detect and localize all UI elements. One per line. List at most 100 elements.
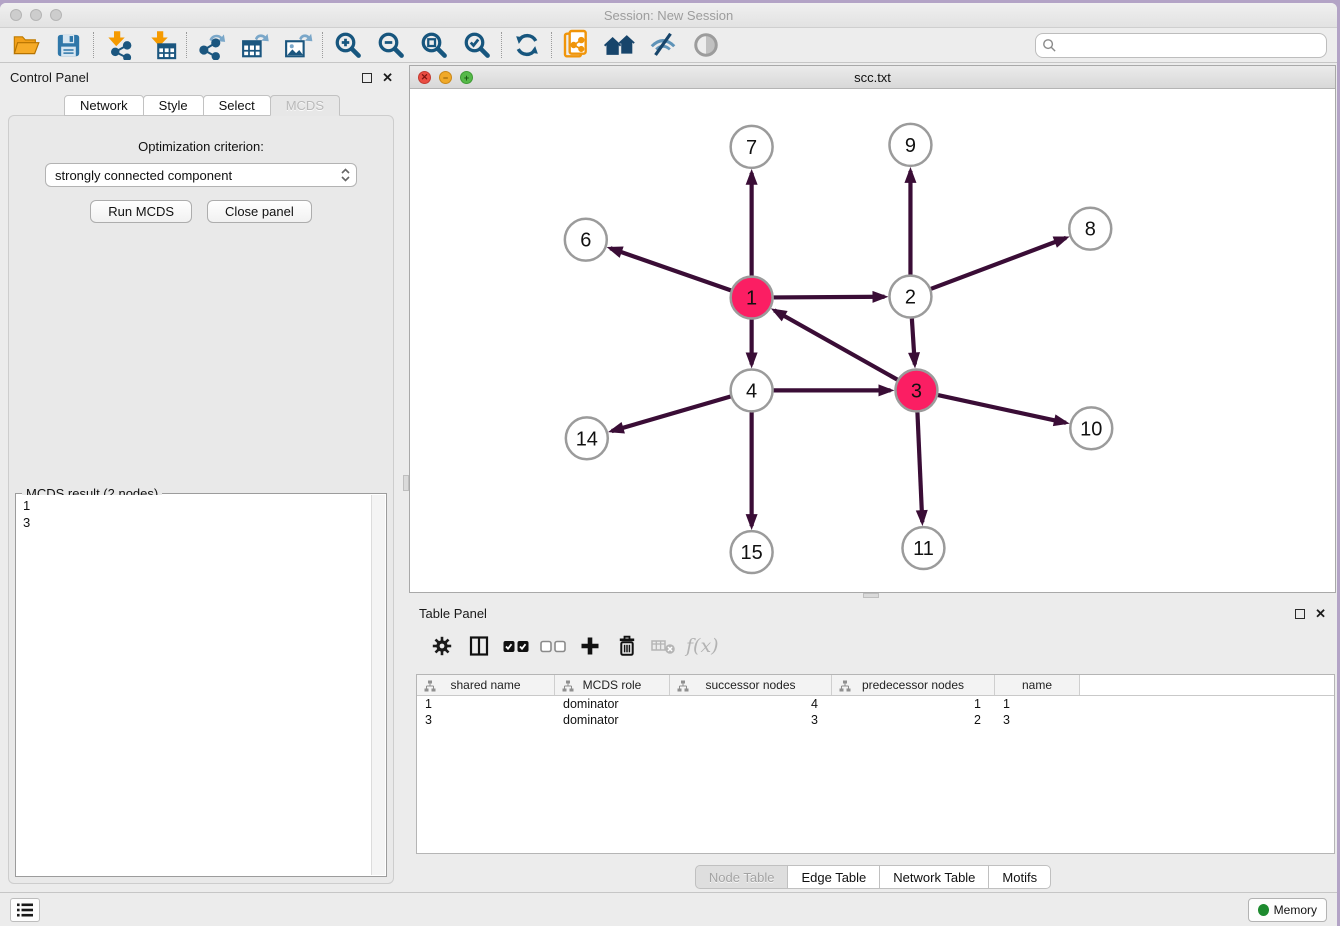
result-scrollbar[interactable] <box>371 495 385 875</box>
import-table-button[interactable] <box>140 29 183 61</box>
network-document-button[interactable] <box>555 29 598 61</box>
network-canvas[interactable]: 1234678910111415 <box>410 90 1335 592</box>
show-graphics-details-button[interactable] <box>684 29 727 61</box>
tab-mcds[interactable]: MCDS <box>270 95 340 116</box>
close-panel-icon[interactable]: ✕ <box>1315 609 1326 619</box>
graph-edge-2-8[interactable] <box>931 238 1066 289</box>
status-bar: Memory <box>0 892 1337 926</box>
cell-mcds-role[interactable]: dominator <box>555 713 670 727</box>
graph-edge-2-3[interactable] <box>912 319 915 365</box>
main-area: Control Panel ✕ Network Style Select MCD… <box>0 63 1337 892</box>
cell-name[interactable]: 1 <box>995 697 1080 711</box>
app-window: Session: New Session <box>0 3 1337 926</box>
graph-edge-3-11[interactable] <box>917 412 922 522</box>
graph-edge-1-6[interactable] <box>610 248 731 290</box>
zoom-out-button[interactable] <box>369 29 412 61</box>
plus-icon <box>578 634 602 658</box>
column-label: MCDS role <box>583 678 642 692</box>
run-mcds-button[interactable]: Run MCDS <box>90 200 192 223</box>
delete-column-button[interactable] <box>608 629 645 663</box>
criterion-select[interactable]: strongly connected component <box>45 163 357 187</box>
result-line: 3 <box>23 515 30 530</box>
table-toolbar: f(x) <box>409 625 1336 667</box>
criterion-value: strongly connected component <box>55 168 232 183</box>
close-panel-button[interactable]: Close panel <box>207 200 312 223</box>
home-button[interactable] <box>598 29 641 61</box>
table-panel-tabs: Node Table Edge Table Network Table Moti… <box>409 865 1336 889</box>
import-network-button[interactable] <box>97 29 140 61</box>
column-header-successor-nodes[interactable]: successor nodes <box>670 675 832 695</box>
cell-successor-nodes[interactable]: 3 <box>670 713 832 727</box>
open-session-button[interactable] <box>4 29 47 61</box>
split-panes-button[interactable] <box>460 629 497 663</box>
zoom-fit-icon <box>419 30 449 60</box>
splitter-handle[interactable] <box>863 593 879 598</box>
create-column-button[interactable] <box>571 629 608 663</box>
export-table-button[interactable] <box>233 29 276 61</box>
column-header-name[interactable]: name <box>995 675 1080 695</box>
graph-node-label-7: 7 <box>746 137 757 159</box>
cell-successor-nodes[interactable]: 4 <box>670 697 832 711</box>
float-panel-icon[interactable] <box>1295 609 1305 619</box>
tab-network-table[interactable]: Network Table <box>879 865 989 889</box>
tab-edge-table[interactable]: Edge Table <box>787 865 880 889</box>
graph-node-label-9: 9 <box>905 135 916 157</box>
column-label: predecessor nodes <box>862 678 964 692</box>
column-header-mcds-role[interactable]: MCDS role <box>555 675 670 695</box>
close-panel-icon[interactable]: ✕ <box>382 73 393 83</box>
zoom-fit-button[interactable] <box>412 29 455 61</box>
show-log-button[interactable] <box>10 898 40 922</box>
graph-edge-4-14[interactable] <box>612 397 731 432</box>
select-stepper-icon <box>339 167 352 183</box>
table-panel: Table Panel ✕ <box>409 599 1336 892</box>
search-input[interactable] <box>1061 38 1320 53</box>
export-table-icon <box>240 30 270 60</box>
zoom-in-button[interactable] <box>326 29 369 61</box>
node-table: shared name MCDS role <box>416 674 1335 854</box>
tab-node-table[interactable]: Node Table <box>695 865 789 889</box>
graph-edge-3-1[interactable] <box>774 310 897 379</box>
select-all-columns-button[interactable] <box>497 629 534 663</box>
zoom-selected-button[interactable] <box>455 29 498 61</box>
export-network-button[interactable] <box>190 29 233 61</box>
graph-node-label-2: 2 <box>905 287 916 309</box>
table-settings-button[interactable] <box>423 629 460 663</box>
cell-shared-name[interactable]: 3 <box>417 713 555 727</box>
cell-predecessor-nodes[interactable]: 2 <box>832 713 995 727</box>
column-header-shared-name[interactable]: shared name <box>417 675 555 695</box>
graph-edge-1-2[interactable] <box>774 297 885 298</box>
search-field[interactable] <box>1035 33 1327 58</box>
network-graph[interactable]: 1234678910111415 <box>410 90 1335 592</box>
hide-graphics-details-button[interactable] <box>641 29 684 61</box>
graph-edge-3-10[interactable] <box>938 395 1066 423</box>
memory-button[interactable]: Memory <box>1248 898 1327 922</box>
table-row[interactable]: 1 dominator 4 1 1 <box>417 696 1334 712</box>
tab-style[interactable]: Style <box>143 95 204 116</box>
control-panel-tabs: Network Style Select MCDS <box>0 95 403 116</box>
cell-mcds-role[interactable]: dominator <box>555 697 670 711</box>
cell-shared-name[interactable]: 1 <box>417 697 555 711</box>
tab-network[interactable]: Network <box>64 95 144 116</box>
hide-details-eye-slash-icon <box>648 30 678 60</box>
open-folder-icon <box>11 31 41 59</box>
memory-status-icon <box>1258 904 1269 916</box>
graph-node-label-15: 15 <box>741 542 763 564</box>
gear-icon <box>430 634 454 658</box>
mcds-result-text: 1 3 <box>17 495 371 875</box>
save-session-button[interactable] <box>47 29 90 61</box>
export-image-button[interactable] <box>276 29 319 61</box>
tab-motifs[interactable]: Motifs <box>988 865 1051 889</box>
column-header-predecessor-nodes[interactable]: predecessor nodes <box>832 675 995 695</box>
float-panel-icon[interactable] <box>362 73 372 83</box>
table-row[interactable]: 3 dominator 3 2 3 <box>417 712 1334 728</box>
tab-select[interactable]: Select <box>203 95 271 116</box>
cell-predecessor-nodes[interactable]: 1 <box>832 697 995 711</box>
save-disk-icon <box>55 32 82 59</box>
refresh-network-button[interactable] <box>505 29 548 61</box>
mcds-panel: Optimization criterion: strongly connect… <box>8 115 394 884</box>
deselect-all-columns-button[interactable] <box>534 629 571 663</box>
trash-icon <box>615 634 639 658</box>
cell-name[interactable]: 3 <box>995 713 1080 727</box>
graph-node-label-8: 8 <box>1085 219 1096 241</box>
export-image-icon <box>283 30 313 60</box>
